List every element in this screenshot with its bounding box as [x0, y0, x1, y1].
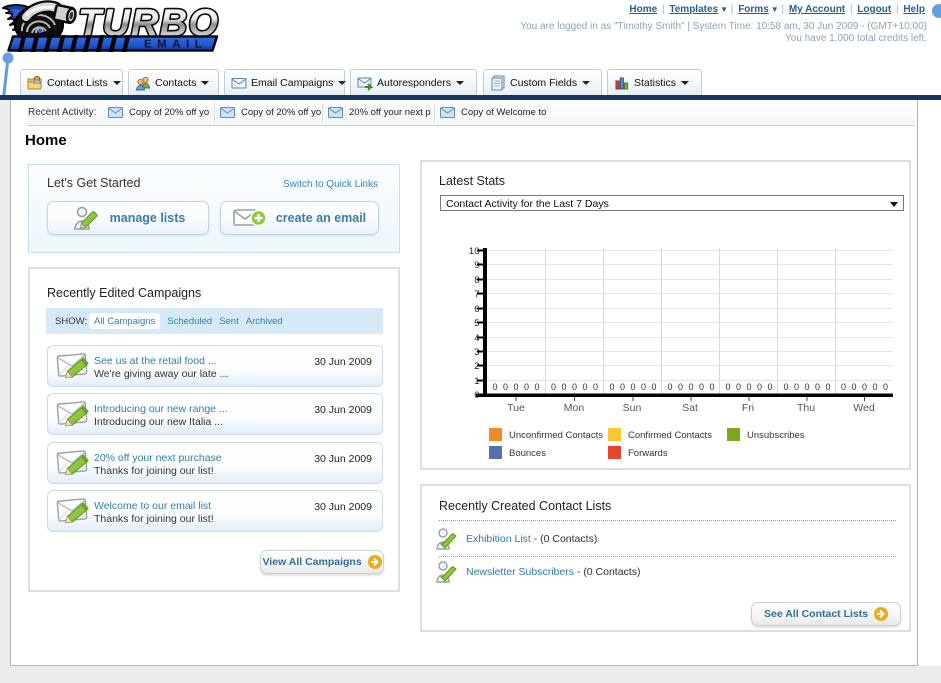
svg-text:EMAIL: EMAIL: [144, 39, 207, 51]
svg-text:0: 0: [757, 382, 762, 392]
svg-text:Bounces: Bounces: [509, 448, 546, 459]
svg-text:0: 0: [503, 382, 508, 392]
svg-text:0: 0: [513, 382, 518, 392]
svg-text:0: 0: [699, 382, 704, 392]
svg-text:0: 0: [474, 390, 479, 401]
svg-text:0: 0: [825, 382, 830, 392]
svg-text:Sun: Sun: [623, 402, 642, 414]
svg-text:0: 0: [883, 382, 888, 392]
svg-text:0: 0: [492, 382, 497, 392]
svg-text:0: 0: [630, 382, 635, 392]
svg-text:0: 0: [524, 382, 529, 392]
svg-text:0: 0: [783, 382, 788, 392]
svg-text:0: 0: [736, 382, 741, 392]
svg-text:0: 0: [593, 382, 598, 392]
svg-text:Forwards: Forwards: [628, 448, 668, 459]
svg-text:0: 0: [794, 382, 799, 392]
svg-text:Wed: Wed: [853, 402, 875, 414]
svg-text:0: 0: [641, 382, 646, 392]
svg-text:Mon: Mon: [564, 402, 585, 414]
svg-text:0: 0: [582, 382, 587, 392]
svg-text:0: 0: [534, 382, 539, 392]
svg-text:Tue: Tue: [507, 402, 525, 414]
svg-text:0: 0: [815, 382, 820, 392]
svg-text:0: 0: [678, 382, 683, 392]
svg-text:0: 0: [862, 382, 867, 392]
svg-text:0: 0: [551, 382, 556, 392]
svg-text:0: 0: [851, 382, 856, 392]
svg-text:0: 0: [709, 382, 714, 392]
svg-text:Unsubscribes: Unsubscribes: [747, 430, 805, 441]
svg-text:0: 0: [572, 382, 577, 392]
svg-text:Unconfirmed Contacts: Unconfirmed Contacts: [509, 430, 603, 441]
svg-text:0: 0: [872, 382, 877, 392]
svg-text:0: 0: [620, 382, 625, 392]
svg-text:0: 0: [609, 382, 614, 392]
svg-text:0: 0: [688, 382, 693, 392]
svg-text:0: 0: [651, 382, 656, 392]
svg-text:Sat: Sat: [682, 402, 698, 414]
svg-text:0: 0: [767, 382, 772, 392]
svg-text:0: 0: [746, 382, 751, 392]
svg-text:0: 0: [561, 382, 566, 392]
svg-text:0: 0: [667, 382, 672, 392]
svg-text:0: 0: [841, 382, 846, 392]
svg-text:0: 0: [804, 382, 809, 392]
svg-text:Fri: Fri: [742, 402, 754, 414]
svg-text:Thu: Thu: [797, 402, 815, 414]
svg-text:Confirmed Contacts: Confirmed Contacts: [628, 430, 712, 441]
svg-text:0: 0: [725, 382, 730, 392]
